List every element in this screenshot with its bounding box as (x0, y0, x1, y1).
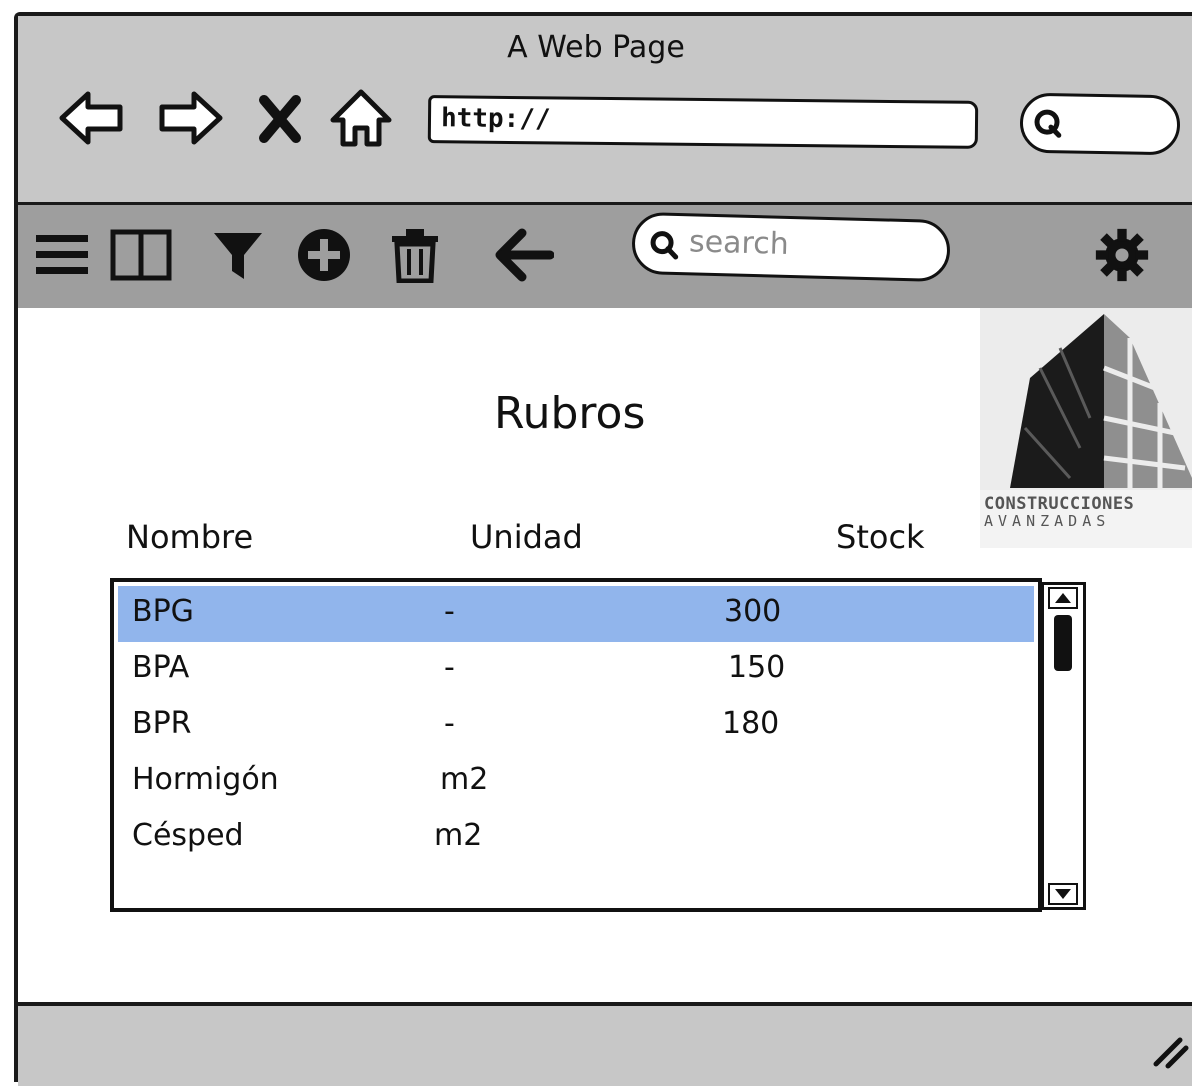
company-logo: CONSTRUCCIONES AVANZADAS (980, 308, 1192, 548)
item-nombre: Césped (132, 818, 244, 853)
list-item[interactable]: BPG - 300 (118, 586, 1034, 642)
column-header-unidad[interactable]: Unidad (470, 518, 583, 556)
list-item[interactable]: Césped m2 (118, 810, 1034, 866)
item-stock: 180 (722, 706, 780, 741)
app-toolbar (18, 205, 1192, 308)
list-scrollbar[interactable] (1042, 582, 1086, 910)
page-title: Rubros (494, 388, 646, 439)
list-item[interactable]: BPA - 150 (118, 642, 1034, 698)
search-icon (1034, 109, 1062, 138)
hamburger-menu-icon[interactable] (34, 227, 90, 283)
search-placeholder: search (688, 224, 790, 262)
home-icon[interactable] (328, 86, 394, 150)
item-nombre: BPA (132, 650, 190, 685)
scroll-up-arrow-icon[interactable] (1048, 587, 1078, 609)
resize-grip-icon[interactable] (1150, 1030, 1190, 1070)
item-unidad: m2 (440, 762, 489, 797)
scroll-thumb[interactable] (1054, 615, 1072, 671)
window-title: A Web Page (507, 30, 685, 65)
item-unidad: - (444, 650, 455, 685)
list-item[interactable]: Hormigón m2 (118, 754, 1034, 810)
item-nombre: BPG (132, 594, 194, 629)
filter-icon[interactable] (212, 227, 264, 283)
item-stock: 150 (728, 650, 786, 685)
logo-text-line1: CONSTRUCCIONES (984, 494, 1135, 514)
browser-window: A Web Page http:// search CONSTRUCCIONES… (14, 12, 1192, 1086)
gear-icon[interactable] (1092, 227, 1152, 283)
logo-text-line2: AVANZADAS (984, 512, 1111, 530)
stop-x-icon[interactable] (256, 86, 304, 150)
item-nombre: Hormigón (132, 762, 279, 797)
split-pane-icon[interactable] (110, 227, 172, 283)
rubros-list[interactable]: BPG - 300 BPA - 150 BPR - 180 Hormigón m… (110, 578, 1042, 912)
browser-search-field[interactable] (1019, 92, 1181, 156)
search-icon (650, 231, 679, 260)
trash-icon[interactable] (388, 227, 442, 283)
column-header-nombre[interactable]: Nombre (126, 518, 253, 556)
column-header-stock[interactable]: Stock (836, 518, 925, 556)
item-stock: 300 (724, 594, 782, 629)
toolbar-search-field[interactable]: search (631, 211, 951, 283)
back-arrow-icon[interactable] (56, 86, 128, 150)
status-bar (18, 1002, 1192, 1086)
item-unidad: - (444, 706, 455, 741)
building-logo-image (980, 308, 1192, 490)
list-item[interactable]: BPR - 180 (118, 698, 1034, 754)
add-circle-icon[interactable] (294, 227, 354, 283)
arrow-left-icon[interactable] (492, 227, 554, 283)
item-unidad: - (444, 594, 455, 629)
forward-arrow-icon[interactable] (154, 86, 226, 150)
browser-chrome: A Web Page http:// (18, 16, 1192, 205)
item-unidad: m2 (434, 818, 483, 853)
url-field[interactable]: http:// (427, 95, 979, 149)
scroll-down-arrow-icon[interactable] (1048, 883, 1078, 905)
item-nombre: BPR (132, 706, 192, 741)
